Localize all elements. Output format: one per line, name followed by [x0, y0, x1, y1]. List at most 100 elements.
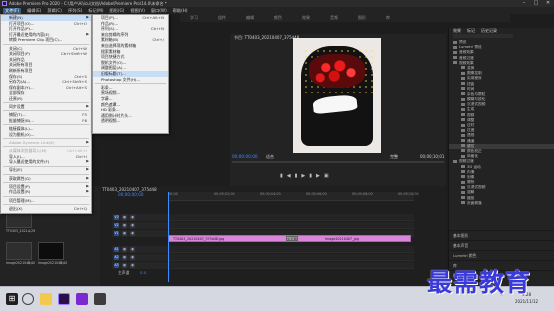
effects-panel-tab[interactable]: 标记 [467, 28, 475, 33]
file-explorer-icon[interactable] [40, 293, 52, 305]
menu-item-label: 旧版标题(T)... [101, 70, 126, 76]
close-icon[interactable]: ✕ [542, 0, 554, 7]
track-lane[interactable] [168, 262, 414, 269]
menu-item[interactable]: 退出(X) Ctrl+Q [1, 206, 91, 212]
menu-item[interactable]: 视图(V) [130, 8, 145, 14]
effects-tree-item[interactable]: 页面剥落 [449, 201, 554, 206]
menu-item-label: 项目(P)... [101, 15, 118, 20]
workspace-tab[interactable]: 编辑 [246, 15, 254, 21]
menu-item[interactable]: 作品设置(R) ▶ [1, 189, 91, 195]
menu-item[interactable]: Photoshop 文件(H)... [93, 77, 168, 83]
track-target-toggle[interactable]: A3 [114, 263, 119, 268]
track-lane[interactable] [168, 222, 414, 229]
playhead[interactable] [168, 192, 169, 282]
timeline-timecode[interactable]: 00;00;00;00 [118, 192, 144, 197]
lock-icon[interactable]: ▣ [122, 215, 127, 220]
menu-item[interactable]: 透明视频... [93, 118, 168, 124]
workspace-tab[interactable]: 库 [386, 15, 390, 21]
effects-search-input[interactable] [453, 34, 513, 38]
menu-item[interactable]: 批量捕捉(B)... F6 [1, 118, 91, 124]
lock-icon[interactable]: ▣ [122, 247, 127, 252]
lock-icon[interactable]: ▣ [122, 255, 127, 260]
workspace-tab[interactable]: 颜色 [274, 15, 282, 21]
search-icon[interactable] [22, 293, 34, 305]
eye-icon[interactable]: ◉ [130, 223, 135, 228]
effects-tree-label: 沉浸式视频 [467, 102, 486, 107]
premiere-pro-taskbar-icon[interactable] [58, 293, 70, 305]
lock-icon[interactable]: ▣ [122, 263, 127, 268]
quality-dropdown[interactable]: 完整 [390, 154, 398, 160]
menu-item[interactable]: 帮助(H) [173, 8, 188, 14]
project-thumbnail[interactable] [38, 242, 64, 260]
clock-date[interactable]: 2021/11/12 [515, 299, 538, 304]
playback-scrubber[interactable] [232, 161, 444, 163]
timeline-ruler[interactable]: 00;00 00;00;02;00 00;00;04;00 00;00;06;00 00… [168, 192, 419, 201]
menu-item[interactable]: 编辑(E) [27, 8, 41, 14]
lock-icon[interactable]: ▣ [122, 223, 127, 228]
track-target-toggle[interactable]: A2 [114, 255, 119, 260]
master-volume-value[interactable]: 0.0 [140, 270, 146, 275]
track-target-toggle[interactable]: V2 [114, 223, 119, 228]
effects-panel-tab[interactable]: 历史记录 [481, 28, 497, 33]
minimize-icon[interactable]: – [518, 0, 530, 7]
menu-item-label: 打开项目(O)... [9, 20, 35, 26]
menu-item[interactable]: 文件(F) [3, 7, 22, 14]
program-timecode-left[interactable]: 00;00;00;00 [232, 154, 258, 159]
effects-panel-tab[interactable]: 效果 [453, 28, 461, 33]
menu-item-label: 另存为(A)... [9, 79, 31, 85]
folder-icon [453, 50, 457, 54]
folder-icon [461, 180, 465, 184]
folder-icon [453, 40, 457, 44]
menu-item-label: 设为脱机(O)... [9, 131, 35, 137]
eye-icon[interactable]: ◉ [130, 255, 135, 260]
track-lane[interactable] [168, 254, 414, 261]
menu-item[interactable]: 获取属性(G) ▶ [1, 176, 91, 182]
track-target-toggle[interactable]: V1 [114, 231, 119, 236]
menu-item[interactable]: 还原(R) [1, 96, 91, 102]
track-target-toggle[interactable]: A1 [114, 247, 119, 252]
menu-item-label: 字幕... [101, 95, 113, 101]
workspace-tab[interactable]: 组件 [218, 15, 226, 21]
menu-item[interactable]: 图形(G) [110, 8, 125, 14]
menu-item[interactable]: 序列(S) [68, 8, 82, 14]
mark-in-icon[interactable]: ▮ [280, 173, 287, 179]
maximize-icon[interactable]: □ [530, 0, 542, 7]
app-taskbar-icon[interactable] [76, 293, 88, 305]
side-panel-header[interactable]: Lumetri 颜色 [449, 250, 554, 260]
windows-start-icon[interactable]: ⊞ [6, 293, 18, 305]
menu-item[interactable]: 项目管理(M)... [1, 198, 91, 204]
track-lane[interactable] [168, 246, 414, 253]
menu-item-label: 获取属性(G) [9, 175, 31, 181]
eye-icon[interactable]: ◉ [130, 231, 135, 236]
track-target-toggle[interactable]: V3 [114, 215, 119, 220]
workspace-tab[interactable]: 学习 [190, 15, 198, 21]
eye-icon[interactable]: ◉ [130, 247, 135, 252]
menu-item[interactable]: 同步设置 ▶ [1, 104, 91, 110]
side-panel-header[interactable]: 基本图形 [449, 230, 554, 240]
track-lane[interactable] [168, 214, 414, 221]
effects-tree-label: 擦除 [467, 180, 475, 185]
program-monitor-tab[interactable]: 节目: TT0403_20210407_375d48 [234, 35, 299, 41]
step-forward-icon[interactable]: ▮▶ [309, 173, 324, 179]
menu-item[interactable]: 标记(M) [88, 8, 103, 14]
side-panel-header[interactable]: 基本声音 [449, 240, 554, 250]
step-back-icon[interactable]: ◀▮ [287, 173, 302, 179]
menu-item[interactable]: 设为脱机(O)... [1, 132, 91, 138]
menu-item[interactable]: 窗口(W) [151, 8, 167, 14]
camera-icon[interactable]: ▣ [324, 173, 333, 179]
fit-dropdown[interactable]: 适合 [266, 154, 274, 160]
workspace-tab[interactable]: 效果 [302, 15, 310, 21]
menu-item[interactable]: 转换 Premiere Clip 项目(C)... [1, 37, 91, 43]
ruler-tick: 00;00;06;00 [306, 192, 327, 196]
eye-icon[interactable]: ◉ [130, 263, 135, 268]
transition-clip[interactable]: 交叉溶解 [286, 236, 298, 241]
lock-icon[interactable]: ▣ [122, 231, 127, 236]
workspace-tab[interactable]: 图形 [358, 15, 366, 21]
eye-icon[interactable]: ◉ [130, 215, 135, 220]
menu-item[interactable]: 剪辑(C) [47, 8, 62, 14]
project-thumbnail[interactable] [6, 242, 32, 260]
app-taskbar-icon-2[interactable] [94, 293, 106, 305]
workspace-tab[interactable]: 音频 [330, 15, 338, 21]
menu-item[interactable]: 导入最近使用的文件(F) ▶ [1, 159, 91, 165]
menu-item[interactable]: 导出(E) ▶ [1, 167, 91, 173]
